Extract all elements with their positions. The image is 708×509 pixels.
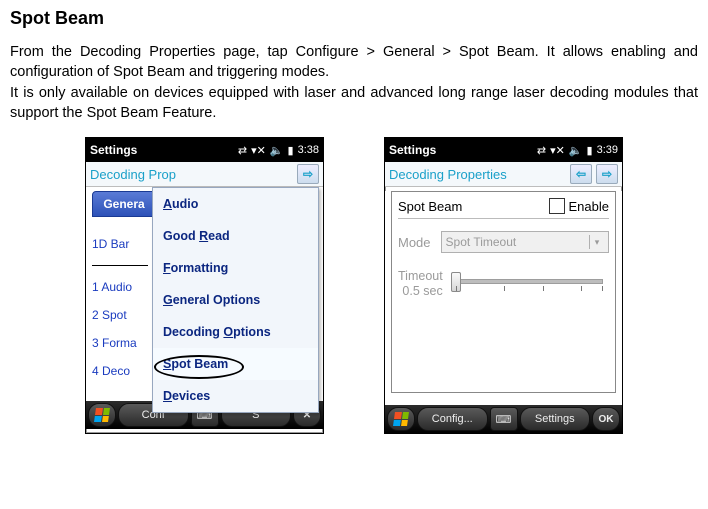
tab-general[interactable]: Genera [92,191,156,217]
softkey-right[interactable]: Settings [520,407,591,431]
ok-button[interactable]: OK [592,407,620,431]
side-list: 1D Bar 1 Audio 2 Spot 3 Forma 4 Deco [92,223,148,392]
general-dropdown: Audio Good Read Formatting General Optio… [152,187,319,413]
nav-header: Decoding Prop ⇨ [86,162,323,187]
intro-paragraph-2: It is only available on devices equipped… [10,84,698,123]
nav-back-button[interactable]: ⇦ [570,164,592,184]
status-title: Settings [90,143,137,157]
menu-item-general-options[interactable]: General Options [153,284,318,316]
list-item[interactable]: 3 Forma [92,336,148,350]
status-bar: Settings ⇄ ▾✕ 🔈 ▮ 3:38 [86,138,323,162]
nav-title: Decoding Prop [90,167,176,182]
mode-value: Spot Timeout [446,235,517,249]
timeout-label: Timeout 0.5 sec [398,269,443,298]
nav-forward-button[interactable]: ⇨ [297,164,319,184]
nav-title: Decoding Properties [389,167,507,182]
menu-item-decoding-options[interactable]: Decoding Options [153,316,318,348]
battery-icon: ▮ [288,144,294,157]
intro-paragraph-1: From the Decoding Properties page, tap C… [10,43,698,82]
windows-icon [393,412,409,426]
slider-tick [504,286,505,291]
nav-forward-button[interactable]: ⇨ [596,164,618,184]
slider-tick [602,286,603,291]
status-icons: ⇄ ▾✕ 🔈 ▮ 3:38 [238,144,319,157]
list-item[interactable]: 4 Deco [92,364,148,378]
content-area: Genera 1D Bar 1 Audio 2 Spot 3 Forma 4 D… [86,187,323,401]
list-item[interactable]: 1 Audio [92,280,148,294]
volume-icon: 🔈 [569,144,583,157]
spot-beam-panel: Spot Beam Enable Mode Spot Timeout ▾ [391,191,616,393]
clock: 3:39 [597,144,618,156]
status-bar: Settings ⇄ ▾✕ 🔈 ▮ 3:39 [385,138,622,162]
keyboard-icon[interactable]: ⌨ [490,407,518,431]
divider [92,265,148,266]
signal-icon: ▾✕ [550,144,565,157]
screenshots-row: Settings ⇄ ▾✕ 🔈 ▮ 3:38 Decoding Prop ⇨ G… [10,137,698,434]
start-button[interactable] [88,403,116,427]
status-title: Settings [389,143,436,157]
signal-icon: ▾✕ [251,144,266,157]
divider [398,218,609,219]
menu-item-good-read[interactable]: Good Read [153,220,318,252]
connectivity-icon: ⇄ [238,144,247,157]
slider-tick [581,286,582,291]
enable-label: Enable [569,199,609,214]
device-right: Settings ⇄ ▾✕ 🔈 ▮ 3:39 Decoding Properti… [384,137,623,434]
start-button[interactable] [387,407,415,431]
page-title: Spot Beam [10,8,698,29]
battery-icon: ▮ [587,144,593,157]
panel-title: Spot Beam [398,199,462,214]
menu-item-devices[interactable]: Devices [153,380,318,412]
list-item[interactable]: 2 Spot [92,308,148,322]
mode-select[interactable]: Spot Timeout ▾ [441,231,609,253]
slider-track [453,279,603,284]
content-area: Spot Beam Enable Mode Spot Timeout ▾ [385,191,622,405]
enable-checkbox[interactable]: Enable [549,198,609,214]
connectivity-icon: ⇄ [537,144,546,157]
chevron-down-icon: ▾ [589,235,604,249]
slider-tick [543,286,544,291]
clock: 3:38 [298,144,319,156]
menu-item-audio[interactable]: Audio [153,188,318,220]
mode-label: Mode [398,235,431,250]
windows-icon [94,408,110,422]
slider-tick [456,286,457,291]
menu-item-spot-beam[interactable]: Spot Beam [153,348,318,380]
softkey-left[interactable]: Config... [417,407,488,431]
nav-header: Decoding Properties ⇦ ⇨ [385,162,622,187]
system-bar: Config... ⌨ Settings OK [385,405,622,433]
status-icons: ⇄ ▾✕ 🔈 ▮ 3:39 [537,144,618,157]
checkbox-icon [549,198,565,214]
device-left: Settings ⇄ ▾✕ 🔈 ▮ 3:38 Decoding Prop ⇨ G… [85,137,324,434]
timeout-slider[interactable] [453,272,609,294]
menu-item-formatting[interactable]: Formatting [153,252,318,284]
list-item[interactable]: 1D Bar [92,237,148,251]
volume-icon: 🔈 [270,144,284,157]
